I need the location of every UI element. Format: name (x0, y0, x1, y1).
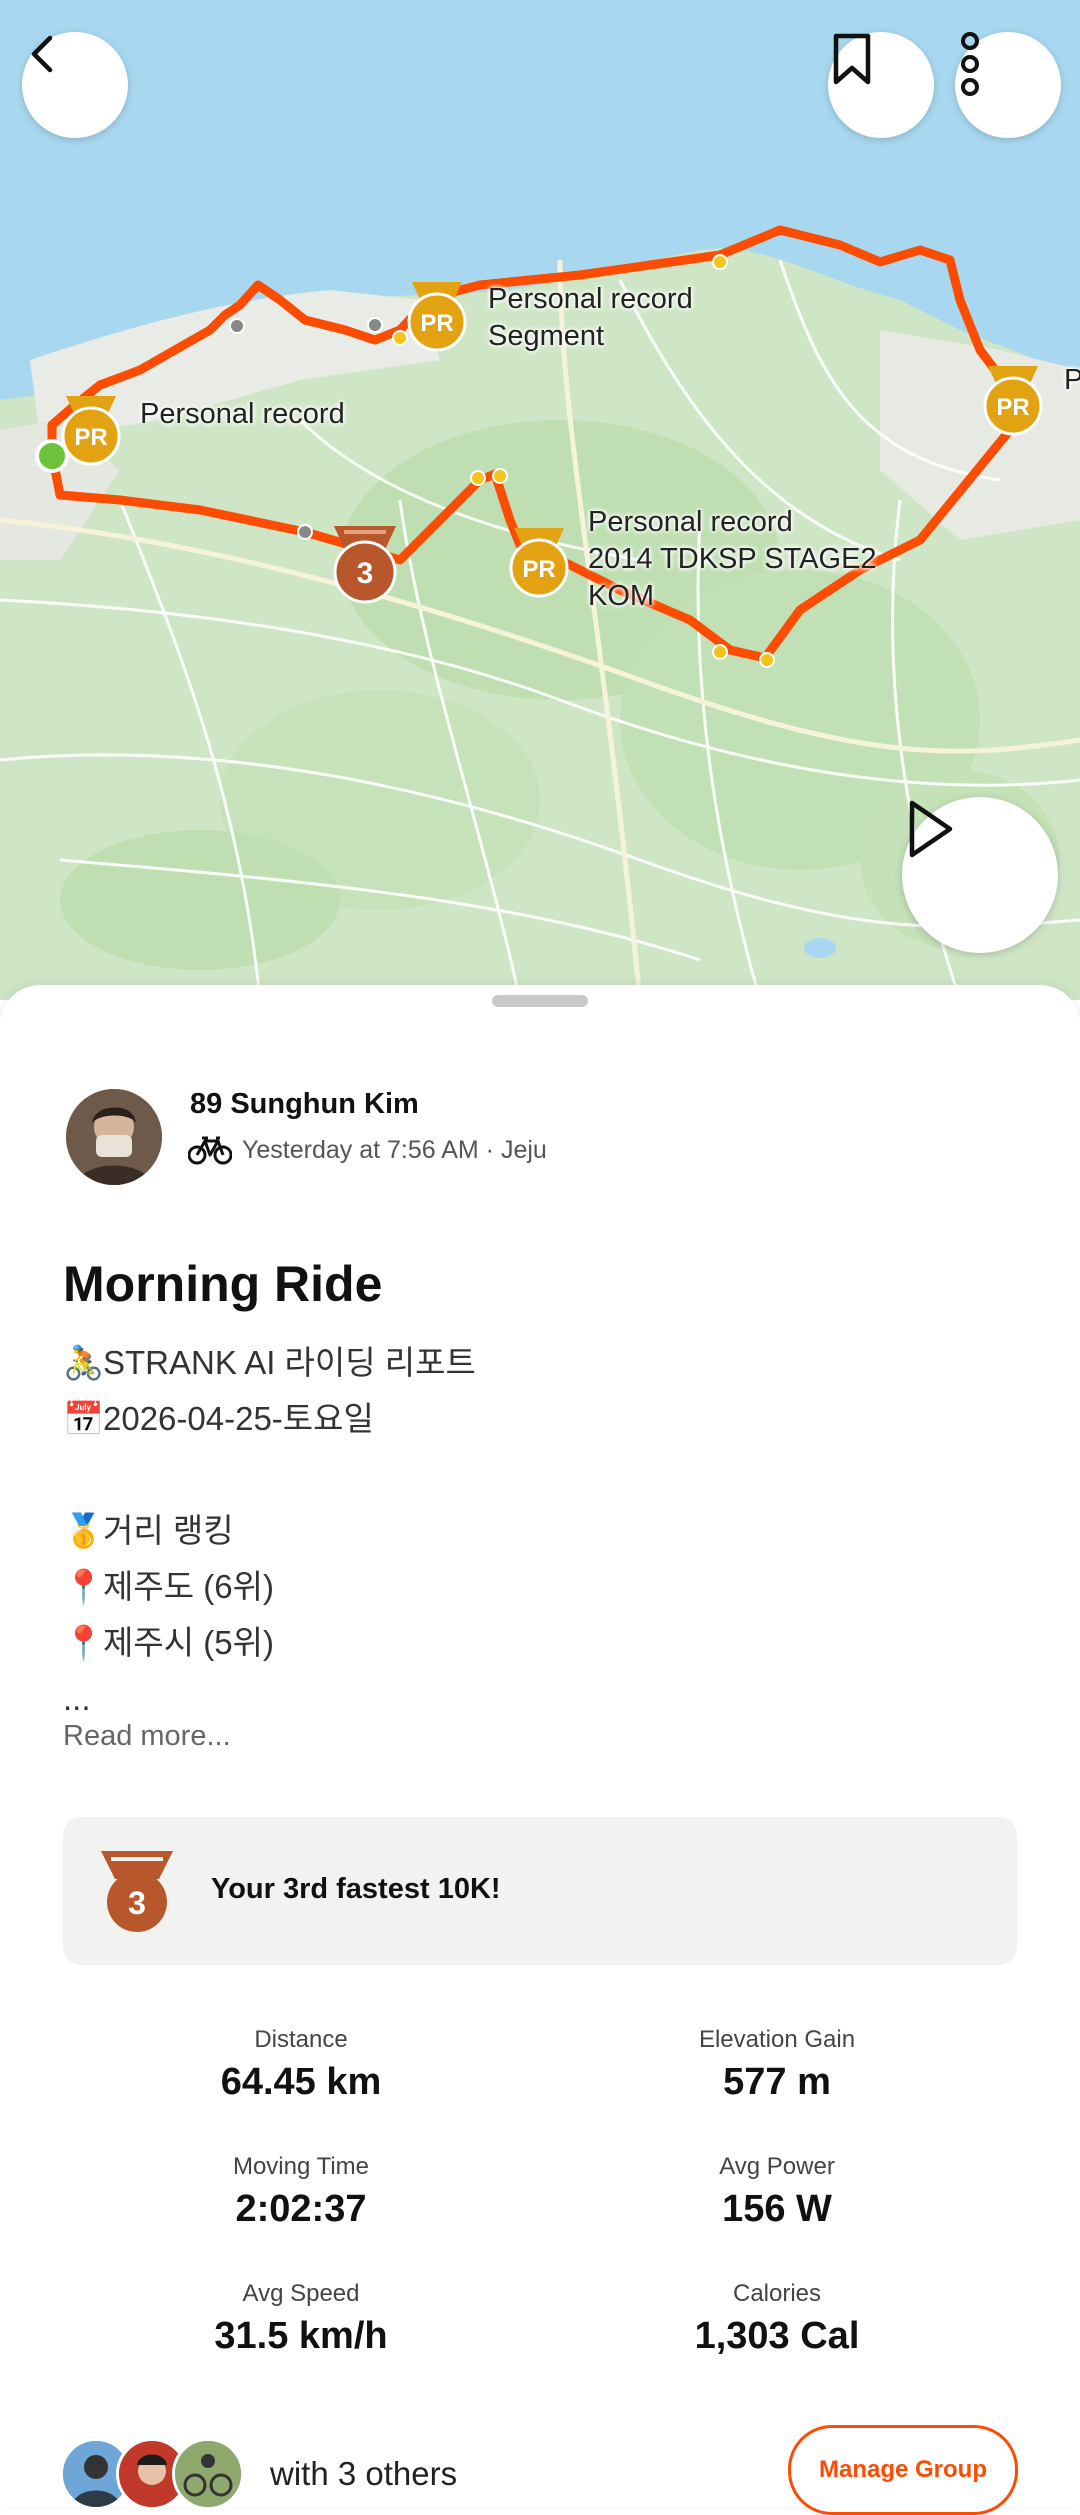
activity-meta: Yesterday at 7:56 AM · Jeju (188, 1135, 547, 1165)
stat-label: Avg Speed (242, 2280, 360, 2307)
stat-label: Avg Power (719, 2153, 835, 2180)
activity-description: 🚴STRANK AI 라이딩 리포트 📅2026-04-25-토요일 🥇거리 랭… (63, 1335, 1013, 1727)
stat-elevation-gain: Elevation Gain 577 m (577, 2025, 977, 2104)
description-line-1: 📅2026-04-25-토요일 (63, 1400, 374, 1437)
group-avatar-image (175, 2441, 241, 2507)
svg-text:PR: PR (420, 310, 453, 337)
svg-text:PR: PR (74, 424, 107, 451)
route-map[interactable]: PR PR PR PR 3 Personal record Personal r… (0, 0, 1080, 1000)
stat-value: 31.5 km/h (214, 2315, 388, 2357)
third-place-marker[interactable]: 3 (328, 522, 402, 606)
stat-distance: Distance 64.45 km (101, 2025, 501, 2104)
achievement-card[interactable]: 3 Your 3rd fastest 10K! (63, 1817, 1017, 1965)
stat-value: 2:02:37 (235, 2188, 367, 2230)
map-label-pr-east: P (1064, 364, 1080, 396)
pr-marker-east[interactable]: PR (980, 362, 1046, 440)
description-line-5: 📍제주시 (5위) (63, 1624, 274, 1661)
group-avatar-3[interactable] (172, 2438, 244, 2510)
more-vertical-icon (961, 32, 979, 96)
stat-label: Elevation Gain (698, 2026, 856, 2053)
svg-text:3: 3 (357, 557, 374, 590)
description-line-0: 🚴STRANK AI 라이딩 리포트 (63, 1344, 476, 1381)
read-more-link[interactable]: Read more... (63, 1720, 231, 1753)
description-line-3: 🥇거리 랭킹 (63, 1512, 234, 1549)
chevron-left-icon (31, 35, 53, 73)
activity-title: Morning Ride (63, 1256, 383, 1312)
map-label-pr-west: Personal record (140, 398, 345, 430)
bike-icon (188, 1136, 232, 1165)
stat-avg-speed: Avg Speed 31.5 km/h (101, 2279, 501, 2358)
stat-label: Calories (732, 2280, 822, 2307)
description-line-2 (63, 1447, 1013, 1503)
pr-marker-south[interactable]: PR (506, 524, 572, 602)
stat-value: 1,303 Cal (694, 2315, 860, 2357)
athlete-avatar[interactable] (66, 1089, 162, 1185)
athlete-name[interactable]: 89 Sunghun Kim (190, 1088, 419, 1121)
map-label-pr-north: Personal record Segment (488, 283, 693, 352)
svg-text:3: 3 (128, 1885, 146, 1921)
stat-value: 577 m (723, 2061, 831, 2103)
stat-value: 64.45 km (220, 2061, 382, 2103)
map-label-pr-south: Personal record 2014 TDKSP STAGE2 KOM (588, 506, 877, 612)
sheet-drag-handle[interactable] (492, 995, 588, 1007)
group-row: with 3 others Manage Group (0, 2425, 1080, 2515)
stat-label: Moving Time (232, 2153, 370, 2180)
manage-group-button[interactable]: Manage Group (788, 2425, 1018, 2515)
bronze-medal-icon: 3 (101, 1851, 173, 1932)
activity-meta-text: Yesterday at 7:56 AM · Jeju (242, 1135, 547, 1164)
group-others-text[interactable]: with 3 others (270, 2455, 457, 2493)
play-icon (909, 800, 953, 858)
description-line-6: ... (63, 1680, 91, 1717)
svg-text:PR: PR (996, 394, 1029, 421)
stat-avg-power: Avg Power 156 W (577, 2152, 977, 2231)
bookmark-icon (833, 33, 871, 85)
stat-label: Distance (254, 2026, 348, 2053)
bookmark-button[interactable] (828, 32, 934, 138)
activity-sheet: 89 Sunghun Kim Yesterday at 7:56 AM · Je… (0, 985, 1080, 2515)
pr-marker-west[interactable]: PR (58, 392, 124, 470)
more-options-button[interactable] (955, 32, 1061, 138)
description-line-4: 📍제주도 (6위) (63, 1568, 274, 1605)
stat-moving-time: Moving Time 2:02:37 (101, 2152, 501, 2231)
stat-value: 156 W (722, 2188, 832, 2230)
svg-text:PR: PR (522, 556, 555, 583)
stat-calories: Calories 1,303 Cal (577, 2279, 977, 2358)
achievement-text: Your 3rd fastest 10K! (211, 1873, 501, 1905)
pr-marker-north[interactable]: PR (404, 278, 470, 356)
play-flyover-button[interactable] (902, 797, 1058, 953)
avatar-image (66, 1089, 162, 1185)
back-button[interactable] (22, 32, 128, 138)
